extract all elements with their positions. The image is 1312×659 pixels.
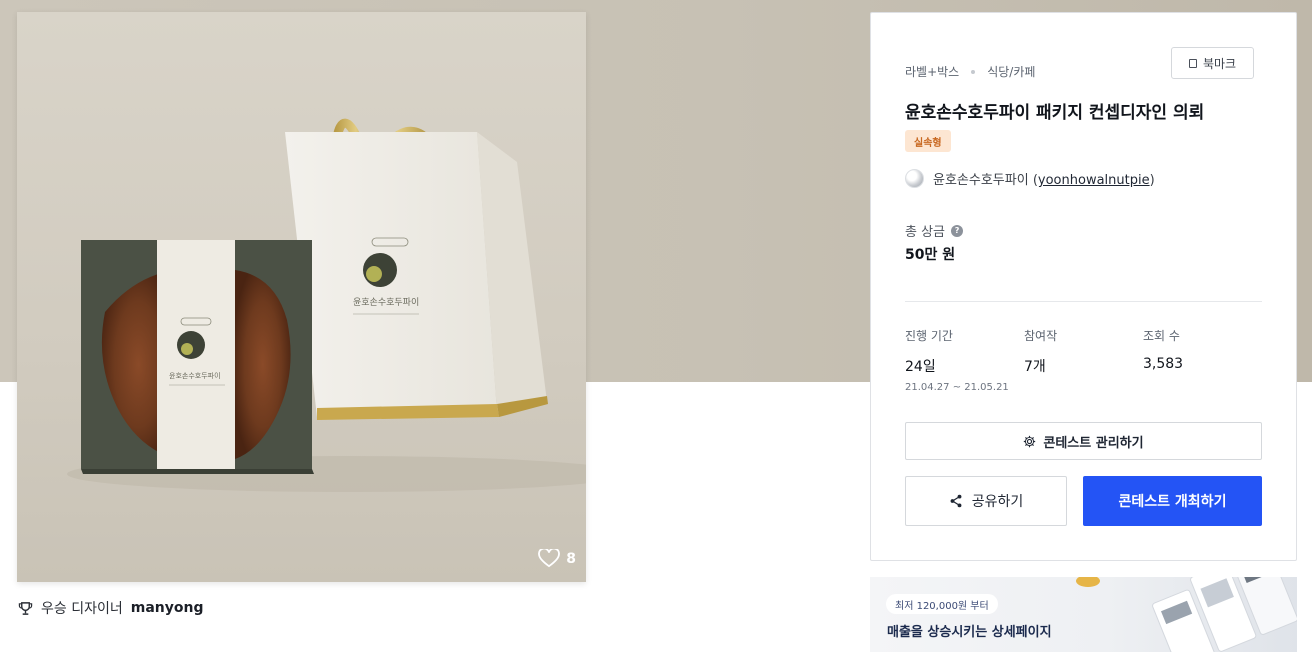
contest-title: 윤호손수호두파이 패키지 컨셉디자인 의뢰 [905,103,1205,123]
stat-views-value: 3,583 [1143,356,1184,372]
stat-views-label: 조회 수 [1143,329,1180,343]
trophy-icon [18,601,33,615]
category-breadcrumb: 라벨+박스 식당/카페 [905,63,1035,80]
stat-entries: 참여작 7개 [1024,327,1057,376]
prize-value: 50만 원 [905,247,956,263]
promo-banner[interactable]: 최저 120,000원 부터 매출을 상승시키는 상세페이지 [870,577,1297,652]
host-avatar[interactable] [905,169,924,188]
stat-entries-value: 7개 [1024,359,1046,375]
main-product-image[interactable]: 윤호손수호두파이 윤호손수호두파이 8 [17,12,586,582]
stat-period-label: 진행 기간 [905,329,953,343]
like-count-value: 8 [566,550,576,567]
plan-badge: 실속형 [905,130,951,152]
stat-period: 진행 기간 24일 21.04.27 ~ 21.05.21 [905,327,1009,393]
svg-text:윤호손수호두파이: 윤호손수호두파이 [353,297,419,308]
bookmark-icon [1188,58,1197,68]
share-button[interactable]: 공유하기 [905,476,1067,526]
host-name: 윤호손수호두파이 [933,173,1029,188]
category-primary[interactable]: 라벨+박스 [905,63,959,80]
category-secondary[interactable]: 식당/카페 [987,63,1035,80]
winner-designer: 우승 디자이너 manyong [18,598,203,618]
help-icon[interactable]: ? [951,224,964,237]
winner-prefix: 우승 디자이너 [41,601,123,617]
breadcrumb-separator [971,69,976,74]
stat-entries-label: 참여작 [1024,329,1058,343]
host-contest-button[interactable]: 콘테스트 개최하기 [1083,476,1262,526]
promo-headline: 매출을 상승시키는 상세페이지 [887,625,1052,640]
manage-contest-label: 콘테스트 관리하기 [1043,435,1144,451]
svg-text:윤호손수호두파이: 윤호손수호두파이 [169,371,221,380]
manage-contest-button[interactable]: 콘테스트 관리하기 [905,422,1262,460]
like-count[interactable]: 8 [538,549,576,568]
share-icon [950,494,962,508]
host-handle-link[interactable]: yoonhowalnutpie [1038,173,1150,188]
divider [905,301,1262,302]
stat-views: 조회 수 3,583 [1143,327,1183,372]
packaging-illustration: 윤호손수호두파이 윤호손수호두파이 [67,118,586,492]
stat-period-value: 24일 [905,359,936,375]
stat-period-dates: 21.04.27 ~ 21.05.21 [905,382,1009,393]
promo-price-pill: 최저 120,000원 부터 [886,594,998,614]
winner-name[interactable]: manyong [131,600,204,616]
host-info: 윤호손수호두파이 (yoonhowalnutpie) [905,169,1155,188]
heart-icon [538,549,561,568]
contest-info-panel: 라벨+박스 식당/카페 북마크 윤호손수호두파이 패키지 컨셉디자인 의뢰 실속… [870,12,1297,561]
promo-illustration [1076,577,1297,652]
share-label: 공유하기 [971,494,1024,510]
prize-label: 총 상금 ? [905,221,964,240]
prize-label-text: 총 상금 [905,225,946,240]
gear-icon [1024,435,1036,447]
bookmark-button[interactable]: 북마크 [1171,47,1254,79]
bookmark-label: 북마크 [1202,56,1237,71]
